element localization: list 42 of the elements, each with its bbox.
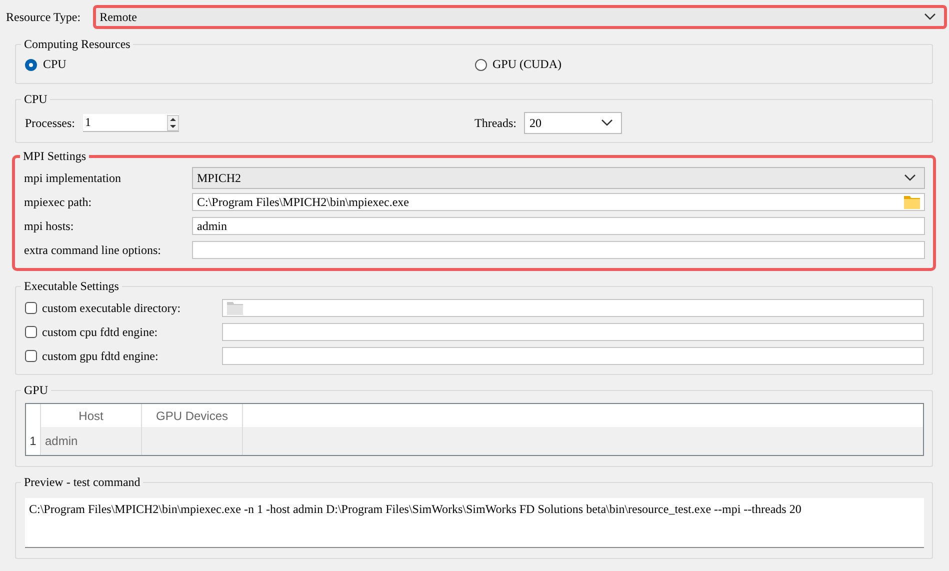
input-field[interactable] xyxy=(192,241,925,259)
table-cell[interactable]: admin xyxy=(41,427,142,455)
field-label: extra command line options: xyxy=(24,242,162,258)
field-label: mpi hosts: xyxy=(24,218,75,234)
resource-type-dropdown[interactable]: Remote xyxy=(92,5,947,29)
folder-icon[interactable] xyxy=(904,195,920,209)
processes-spinbox[interactable]: 1 xyxy=(83,114,179,132)
input-field[interactable] xyxy=(222,347,924,365)
field-label: mpiexec path: xyxy=(24,194,93,210)
radio-option[interactable]: GPU (CUDA) xyxy=(474,57,924,72)
chevron-down-icon xyxy=(924,13,936,21)
field-label: mpi implementation xyxy=(24,170,122,186)
processes-label: Processes: xyxy=(25,116,75,130)
chevron-down-icon xyxy=(601,119,614,127)
group-title: Executable Settings xyxy=(23,279,120,294)
checkbox[interactable] xyxy=(25,302,37,314)
radio-option[interactable]: CPU xyxy=(25,57,474,72)
implementation-dropdown[interactable]: MPICH2 xyxy=(192,167,925,189)
row-number: 1 xyxy=(26,427,41,455)
input-field[interactable]: admin xyxy=(192,217,925,235)
checkbox-label: custom executable directory: xyxy=(42,300,181,316)
spin-arrows-icon xyxy=(167,114,179,130)
group-title: Preview - test command xyxy=(23,475,142,490)
threads-dropdown[interactable]: 20 xyxy=(524,112,622,134)
checkbox[interactable] xyxy=(25,326,37,338)
resource-type-label: Resource Type: xyxy=(6,10,81,24)
checkbox[interactable] xyxy=(25,350,37,362)
group-title: MPI Settings xyxy=(22,149,88,164)
group-title: GPU xyxy=(23,383,50,398)
group-title: Computing Resources xyxy=(23,37,132,52)
input-field[interactable] xyxy=(222,299,924,317)
chevron-down-icon xyxy=(904,174,916,182)
input-field[interactable]: C:\Program Files\MPICH2\bin\mpiexec.exe xyxy=(192,193,925,211)
checkbox-label: custom cpu fdtd engine: xyxy=(42,324,158,340)
folder-icon[interactable] xyxy=(227,301,243,315)
checkbox-label: custom gpu fdtd engine: xyxy=(42,348,158,364)
input-field[interactable] xyxy=(222,323,924,341)
radio-button[interactable] xyxy=(25,58,37,70)
threads-label: Threads: xyxy=(474,116,516,130)
radio-button[interactable] xyxy=(474,58,486,70)
group-title: CPU xyxy=(23,92,48,107)
command-preview: C:\Program Files\MPICH2\bin\mpiexec.exe -n 1 -host admin D:\Program Files\SimWorks\SimWorks FD Solutions beta\bin\resource_test.exe --mpi --threads 20 xyxy=(25,498,924,548)
